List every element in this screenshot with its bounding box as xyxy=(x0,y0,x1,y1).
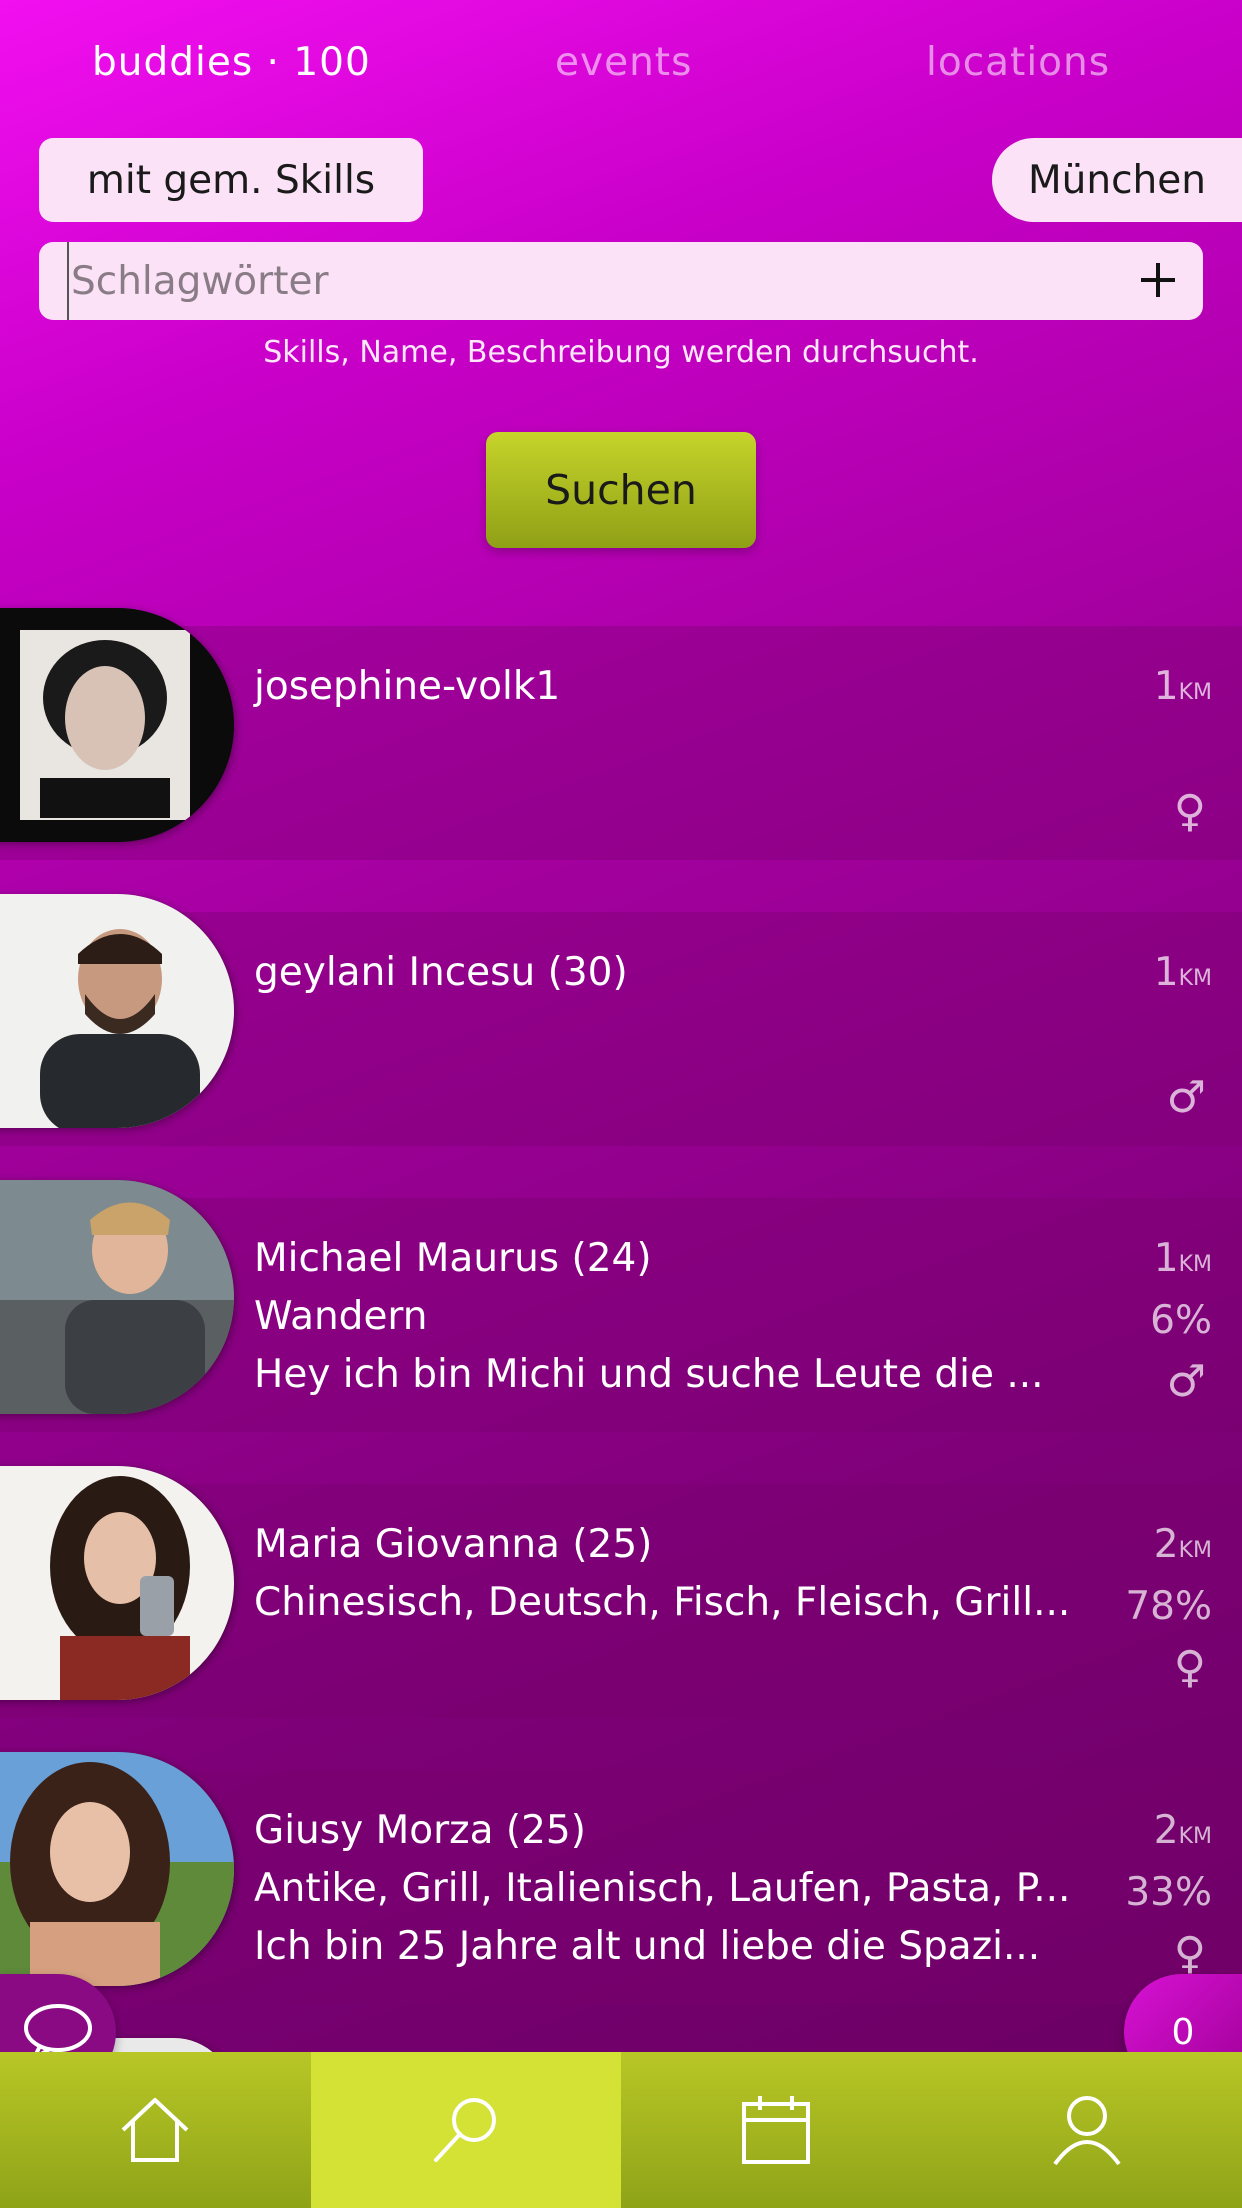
search-icon xyxy=(433,2098,496,2162)
avatar xyxy=(0,608,234,842)
buddy-distance: 1KM xyxy=(1153,664,1212,709)
avatar xyxy=(0,894,234,1128)
top-tabs: buddies · 100 events locations xyxy=(0,40,1242,100)
nav-calendar[interactable] xyxy=(621,2052,932,2208)
list-item[interactable]: geylani Incesu (30) 1KM ♂ xyxy=(0,894,1242,1146)
buddy-skills: Antike, Grill, Italienisch, Laufen, Past… xyxy=(254,1866,1071,1911)
male-icon: ♂ xyxy=(1166,1072,1206,1123)
buddy-name: josephine-volk1 xyxy=(254,664,561,709)
buddy-name: geylani Incesu (30) xyxy=(254,950,628,995)
buddy-distance: 2KM xyxy=(1153,1808,1212,1853)
nav-profile[interactable] xyxy=(932,2052,1242,2208)
list-item[interactable]: Michael Maurus (24) Wandern Hey ich bin … xyxy=(0,1180,1242,1432)
female-icon: ♀ xyxy=(1173,786,1206,837)
search-hint: Skills, Name, Beschreibung werden durchs… xyxy=(263,335,979,370)
buddy-name: Michael Maurus (24) xyxy=(254,1236,652,1281)
buddy-skills: Wandern xyxy=(254,1294,428,1339)
buddy-description: Ich bin 25 Jahre alt und liebe die Spazi… xyxy=(254,1924,1041,1969)
search-button[interactable]: Suchen xyxy=(486,432,756,548)
buddy-match: 33% xyxy=(1125,1870,1212,1915)
list-item[interactable]: josephine-volk1 1KM ♀ xyxy=(0,608,1242,860)
keyword-search-input[interactable] xyxy=(67,242,1107,320)
buddy-name: Maria Giovanna (25) xyxy=(254,1522,653,1567)
buddy-distance: 1KM xyxy=(1153,950,1212,995)
bottom-nav xyxy=(0,2052,1242,2208)
plus-icon[interactable] xyxy=(1131,253,1185,307)
home-icon xyxy=(121,2098,189,2162)
tab-events[interactable]: events xyxy=(555,40,692,85)
avatar xyxy=(0,1180,234,1414)
buddy-match: 6% xyxy=(1150,1298,1212,1343)
calendar-icon xyxy=(742,2096,811,2164)
buddy-description: Hey ich bin Michi und suche Leute die ..… xyxy=(254,1352,1044,1397)
buddy-distance: 1KM xyxy=(1153,1236,1212,1281)
nav-search[interactable] xyxy=(310,2052,621,2208)
buddy-skills: Chinesisch, Deutsch, Fisch, Fleisch, Gri… xyxy=(254,1580,1071,1625)
male-icon: ♂ xyxy=(1166,1356,1206,1407)
nav-home[interactable] xyxy=(0,2052,311,2208)
list-item[interactable]: Giusy Morza (25) Antike, Grill, Italieni… xyxy=(0,1752,1242,2004)
tab-locations[interactable]: locations xyxy=(926,40,1110,85)
buddy-name: Giusy Morza (25) xyxy=(254,1808,586,1853)
buddy-distance: 2KM xyxy=(1153,1522,1212,1567)
location-filter-chip[interactable]: München xyxy=(992,138,1242,222)
female-icon: ♀ xyxy=(1173,1642,1206,1693)
tab-buddies[interactable]: buddies · 100 xyxy=(92,40,371,85)
search-box xyxy=(39,242,1203,320)
avatar xyxy=(0,1752,234,1986)
female-icon: ♀ xyxy=(1173,1928,1206,1979)
list-item[interactable]: Maria Giovanna (25) Chinesisch, Deutsch,… xyxy=(0,1466,1242,1718)
skills-filter-chip[interactable]: mit gem. Skills xyxy=(39,138,423,222)
buddy-match: 78% xyxy=(1125,1584,1212,1629)
avatar xyxy=(0,1466,234,1700)
profile-icon xyxy=(1053,2096,1121,2166)
